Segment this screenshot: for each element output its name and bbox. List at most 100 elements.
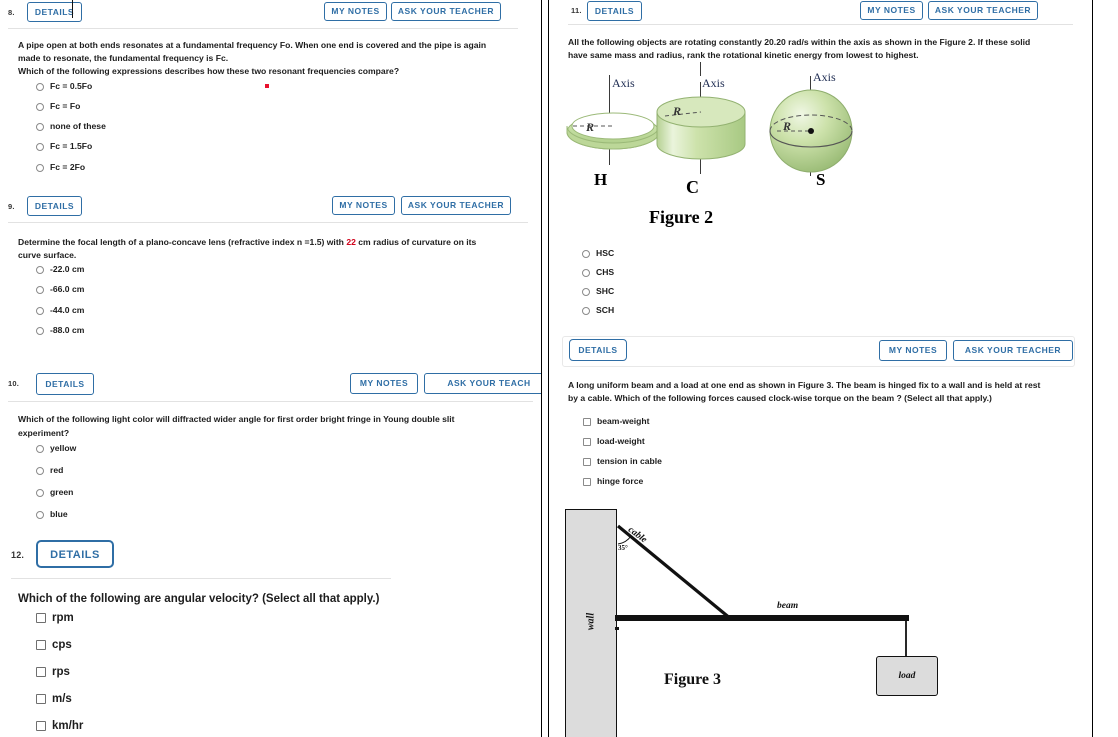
radio-icon[interactable]	[36, 164, 44, 172]
question-9-option-3[interactable]: -88.0 cm	[36, 325, 84, 335]
my-notes-button-11[interactable]: MY NOTES	[860, 1, 923, 20]
question-10-option-3[interactable]: blue	[36, 509, 68, 519]
checkbox-icon[interactable]	[36, 694, 46, 704]
question-10-option-1[interactable]: red	[36, 465, 63, 475]
option-label: km/hr	[52, 720, 84, 732]
my-notes-button-8[interactable]: MY NOTES	[324, 2, 387, 21]
question-10-prompt-line1: Which of the following light color will …	[18, 414, 455, 424]
checkbox-icon[interactable]	[583, 418, 591, 426]
cylinder-axis-label: Axis	[702, 76, 725, 90]
question-9-option-0[interactable]: -22.0 cm	[36, 264, 84, 274]
ask-your-teacher-button-8[interactable]: ASK YOUR TEACHER	[391, 2, 501, 21]
question-11-option-1[interactable]: CHS	[582, 267, 614, 277]
question-12-option-2[interactable]: rps	[36, 666, 70, 678]
option-label: -44.0 cm	[50, 305, 85, 315]
radio-icon[interactable]	[36, 307, 44, 315]
ask-your-teacher-button-9[interactable]: ASK YOUR TEACHER	[401, 196, 511, 215]
radio-icon[interactable]	[36, 123, 44, 131]
radio-icon[interactable]	[36, 143, 44, 151]
checkbox-icon[interactable]	[36, 721, 46, 731]
question-10-option-0[interactable]: yellow	[36, 443, 76, 453]
figure-3-lines	[615, 524, 909, 657]
question-12-option-3[interactable]: m/s	[36, 693, 72, 705]
question-8-option-4[interactable]: Fc = 2Fo	[36, 162, 85, 172]
question-8-option-1[interactable]: Fc = Fo	[36, 101, 80, 111]
radio-icon[interactable]	[582, 307, 590, 315]
checkbox-icon[interactable]	[36, 613, 46, 623]
question-12-header: 12. DETAILS	[0, 538, 541, 572]
prompt-part-a: Determine the focal length of a plano-co…	[18, 237, 347, 247]
question-13-option-1[interactable]: load-weight	[583, 436, 645, 446]
option-label: Fc = Fo	[50, 101, 81, 111]
radio-icon[interactable]	[36, 511, 44, 519]
checkbox-icon[interactable]	[583, 458, 591, 466]
option-label: Fc = 1.5Fo	[50, 141, 93, 151]
question-12-option-4[interactable]: km/hr	[36, 720, 83, 732]
question-11-option-0[interactable]: HSC	[582, 248, 614, 258]
details-button-13[interactable]: DETAILS	[569, 339, 627, 361]
option-label: load-weight	[597, 436, 645, 446]
figure-2-title: Figure 2	[649, 207, 714, 227]
radio-icon[interactable]	[36, 467, 44, 475]
radio-icon[interactable]	[36, 489, 44, 497]
radio-icon[interactable]	[582, 288, 590, 296]
checkbox-icon[interactable]	[36, 640, 46, 650]
details-button-9[interactable]: DETAILS	[27, 196, 82, 216]
question-11-header: 11. DETAILS MY NOTES ASK YOUR TEACHER	[549, 0, 1092, 26]
details-button-8[interactable]: DETAILS	[27, 2, 82, 22]
radio-icon[interactable]	[36, 83, 44, 91]
question-13-option-2[interactable]: tension in cable	[583, 456, 662, 466]
question-12-option-0[interactable]: rpm	[36, 612, 74, 624]
option-label: red	[50, 465, 64, 475]
radio-icon[interactable]	[582, 250, 590, 258]
text-caret-artifact	[72, 0, 73, 18]
question-11-option-3[interactable]: SCH	[582, 305, 614, 315]
cylinder-axis-top-tick	[700, 62, 701, 76]
load-shape: load	[876, 656, 938, 696]
option-label: HSC	[596, 248, 615, 258]
question-8-option-0[interactable]: Fc = 0.5Fo	[36, 81, 92, 91]
figure-3: wall 35° cable beam load Figure 3	[549, 496, 969, 737]
option-label: beam-weight	[597, 416, 650, 426]
radio-icon[interactable]	[36, 103, 44, 111]
question-9-option-2[interactable]: -44.0 cm	[36, 305, 84, 315]
option-label: hinge force	[597, 476, 644, 486]
question-10-number: 10.	[8, 379, 20, 388]
my-notes-button-10[interactable]: MY NOTES	[350, 373, 418, 394]
my-notes-button-13[interactable]: MY NOTES	[879, 340, 947, 361]
radio-icon[interactable]	[36, 327, 44, 335]
question-9-option-1[interactable]: -66.0 cm	[36, 284, 84, 294]
question-12-option-1[interactable]: cps	[36, 639, 72, 651]
question-8-option-2[interactable]: none of these	[36, 121, 106, 131]
question-8-prompt-line3: Which of the following expressions descr…	[18, 66, 400, 76]
question-13-prompt-line1: A long uniform beam and a load at one en…	[568, 380, 1041, 390]
radio-icon[interactable]	[36, 266, 44, 274]
question-13-prompt-line2: by a cable. Which of the following force…	[568, 393, 992, 403]
ask-your-teacher-button-11[interactable]: ASK YOUR TEACHER	[928, 1, 1038, 20]
cylinder-shape	[656, 96, 746, 160]
details-button-12[interactable]: DETAILS	[36, 540, 114, 568]
question-block-12: 12. DETAILS Which of the following are a…	[0, 538, 541, 732]
checkbox-icon[interactable]	[583, 438, 591, 446]
ask-your-teacher-button-13[interactable]: ASK YOUR TEACHER	[953, 340, 1073, 361]
radio-icon[interactable]	[36, 286, 44, 294]
my-notes-button-9[interactable]: MY NOTES	[332, 196, 395, 215]
question-10-option-2[interactable]: green	[36, 487, 73, 497]
question-block-11: 11. DETAILS MY NOTES ASK YOUR TEACHER Al…	[549, 0, 1092, 315]
checkbox-icon[interactable]	[583, 478, 591, 486]
radio-icon[interactable]	[582, 269, 590, 277]
question-8-option-3[interactable]: Fc = 1.5Fo	[36, 141, 92, 151]
ask-your-teacher-button-10[interactable]: ASK YOUR TEACH	[424, 373, 541, 394]
question-11-option-2[interactable]: SHC	[582, 286, 614, 296]
exam-page: 8. DETAILS MY NOTES ASK YOUR TEACHER A p…	[0, 0, 1118, 737]
sphere-shape	[769, 89, 853, 173]
question-9-prompt-line2: curve surface.	[18, 250, 77, 260]
question-8-rule	[8, 28, 518, 29]
question-13-option-3[interactable]: hinge force	[583, 476, 643, 486]
question-13-option-0[interactable]: beam-weight	[583, 416, 650, 426]
details-button-10[interactable]: DETAILS	[36, 373, 94, 395]
details-button-11[interactable]: DETAILS	[587, 1, 642, 21]
radio-icon[interactable]	[36, 445, 44, 453]
question-10-header: 10. DETAILS MY NOTES ASK YOUR TEACH	[0, 371, 541, 397]
checkbox-icon[interactable]	[36, 667, 46, 677]
